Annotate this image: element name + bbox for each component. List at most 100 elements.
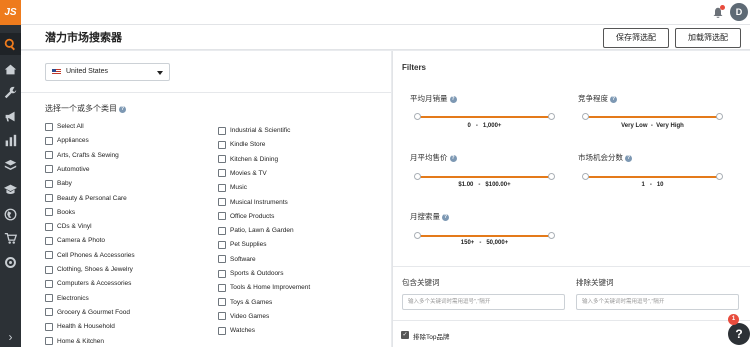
slider-max-handle[interactable] <box>716 173 723 180</box>
category-checkbox[interactable] <box>218 255 226 264</box>
stack-icon[interactable] <box>0 154 21 176</box>
graduation-cap-icon[interactable] <box>0 178 21 200</box>
category-item[interactable]: Kitchen & Dining <box>218 154 278 165</box>
category-item[interactable]: Video Games <box>218 311 269 322</box>
category-checkbox[interactable] <box>218 140 226 149</box>
globe-icon[interactable] <box>0 203 21 225</box>
category-checkbox[interactable] <box>45 294 53 303</box>
category-item[interactable]: Home & Kitchen <box>45 336 104 347</box>
category-item[interactable]: Tools & Home Improvement <box>218 282 310 293</box>
category-item[interactable]: Automotive <box>45 164 90 175</box>
load-filters-button[interactable]: 加载筛选配置 <box>675 28 741 60</box>
slider-min-handle[interactable] <box>582 173 589 180</box>
bell-icon[interactable] <box>712 5 725 18</box>
category-item[interactable]: Select All <box>45 121 84 132</box>
category-checkbox[interactable] <box>218 198 226 206</box>
exclude-top-brands-checkbox[interactable]: ✓ <box>401 331 409 339</box>
slider-max-handle[interactable] <box>548 232 555 239</box>
category-item[interactable]: Books <box>45 207 75 218</box>
category-item[interactable]: Watches <box>218 325 255 336</box>
category-item[interactable]: Music <box>218 182 247 193</box>
category-item[interactable]: Patio, Lawn & Garden <box>218 225 294 236</box>
category-checkbox[interactable] <box>45 179 53 188</box>
category-checkbox[interactable] <box>45 151 53 160</box>
category-checkbox[interactable] <box>45 251 53 260</box>
help-icon[interactable]: ? <box>449 96 457 103</box>
category-checkbox[interactable] <box>45 222 53 231</box>
slider-max-handle[interactable] <box>548 173 555 180</box>
search-icon[interactable] <box>0 33 21 55</box>
category-item[interactable]: Appliances <box>45 135 89 146</box>
category-item[interactable]: Industrial & Scientific <box>218 125 290 136</box>
category-item[interactable]: CDs & Vinyl <box>45 221 92 232</box>
app-logo[interactable]: JS <box>0 0 21 25</box>
slider-min-handle[interactable] <box>414 173 421 180</box>
category-item[interactable]: Beauty & Personal Care <box>45 193 127 204</box>
category-checkbox[interactable] <box>45 265 53 274</box>
avatar[interactable]: D <box>730 3 748 21</box>
category-item[interactable]: Sports & Outdoors <box>218 268 283 279</box>
slider-min-handle[interactable] <box>414 232 421 239</box>
category-checkbox[interactable] <box>45 165 53 174</box>
category-item[interactable]: Pet Supplies <box>218 239 267 250</box>
category-item[interactable]: Grocery & Gourmet Food <box>45 307 130 318</box>
help-icon[interactable]: ? <box>442 214 449 221</box>
category-checkbox[interactable] <box>218 240 226 249</box>
category-item[interactable]: Kindle Store <box>218 139 265 150</box>
cart-icon[interactable] <box>0 227 21 249</box>
monthly-sales-slider[interactable] <box>414 112 555 122</box>
category-checkbox[interactable] <box>45 136 53 145</box>
category-checkbox[interactable] <box>218 312 226 321</box>
slider-max-handle[interactable] <box>548 113 555 120</box>
bar-chart-icon[interactable] <box>0 129 21 151</box>
include-keywords-input[interactable]: 输入多个关键词时需用逗号","隔开 <box>402 294 565 310</box>
help-icon[interactable]: ? <box>449 155 457 162</box>
category-checkbox[interactable] <box>45 194 53 202</box>
category-item[interactable]: Baby <box>45 178 72 189</box>
help-icon[interactable]: ? <box>625 155 632 162</box>
category-checkbox[interactable] <box>218 269 226 278</box>
category-item[interactable]: Electronics <box>45 293 89 304</box>
slider-min-handle[interactable] <box>582 113 589 120</box>
megaphone-icon[interactable] <box>0 105 21 127</box>
help-chat-button[interactable]: ? <box>728 323 750 345</box>
category-checkbox[interactable] <box>218 298 226 307</box>
category-item[interactable]: Camera & Photo <box>45 235 105 246</box>
category-checkbox[interactable] <box>45 208 53 217</box>
category-checkbox[interactable] <box>218 126 226 135</box>
avg-price-slider[interactable] <box>414 172 555 182</box>
category-checkbox[interactable] <box>218 212 226 221</box>
opportunity-score-slider[interactable] <box>582 172 723 182</box>
category-checkbox[interactable] <box>45 279 53 288</box>
category-checkbox[interactable] <box>45 236 53 245</box>
category-checkbox[interactable] <box>218 283 226 292</box>
category-item[interactable]: Arts, Crafts & Sewing <box>45 150 119 161</box>
category-checkbox[interactable] <box>45 322 53 331</box>
help-icon[interactable]: ? <box>119 106 126 113</box>
category-item[interactable]: Movies & TV <box>218 168 267 179</box>
category-checkbox[interactable] <box>218 183 226 192</box>
exclude-keywords-input[interactable]: 输入多个关键词时需用逗号","隔开 <box>576 294 739 310</box>
marketplace-select[interactable]: United States <box>45 63 170 81</box>
category-checkbox[interactable] <box>218 155 226 164</box>
category-item[interactable]: Musical Instruments <box>218 197 288 208</box>
category-item[interactable]: Clothing, Shoes & Jewelry <box>45 264 133 275</box>
wrench-icon[interactable] <box>0 81 21 103</box>
expand-sidebar-icon[interactable]: › <box>0 327 21 347</box>
category-item[interactable]: Office Products <box>218 211 274 222</box>
category-item[interactable]: Cell Phones & Accessories <box>45 250 135 261</box>
category-checkbox[interactable] <box>218 169 226 178</box>
slider-max-handle[interactable] <box>716 113 723 120</box>
category-item[interactable]: Computers & Accessories <box>45 278 131 289</box>
category-item[interactable]: Software <box>218 254 256 265</box>
category-item[interactable]: Health & Household <box>45 321 115 332</box>
category-checkbox[interactable] <box>45 308 53 317</box>
help-icon[interactable]: ? <box>610 96 617 103</box>
category-checkbox[interactable] <box>218 226 226 235</box>
settings-icon[interactable] <box>0 251 21 273</box>
home-icon[interactable] <box>0 58 21 80</box>
competition-slider[interactable] <box>582 112 723 122</box>
category-checkbox[interactable] <box>45 122 53 131</box>
category-checkbox[interactable] <box>218 326 226 335</box>
category-item[interactable]: Toys & Games <box>218 297 272 308</box>
